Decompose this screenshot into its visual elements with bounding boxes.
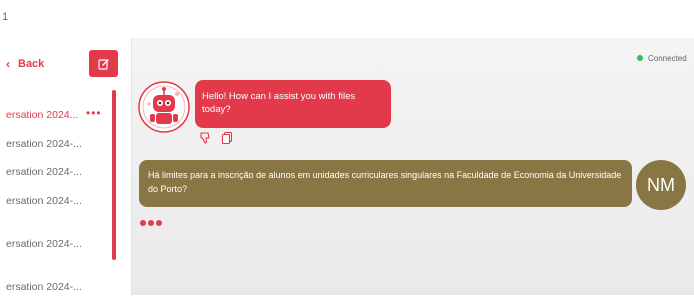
chevron-left-icon: ‹ — [6, 57, 10, 71]
user-message-text: Há limites para a inscrição de alunos em… — [148, 170, 622, 194]
connection-status: Connected — [637, 52, 687, 64]
top-bar: 1 — [0, 0, 694, 39]
more-options-icon[interactable]: ••• — [86, 106, 102, 120]
typing-dot — [148, 220, 154, 226]
status-dot-icon — [637, 55, 643, 61]
typing-dot — [140, 220, 146, 226]
robot-icon — [138, 81, 190, 133]
edit-icon — [97, 58, 109, 70]
user-initials: NM — [647, 174, 675, 195]
conversation-item[interactable]: ersation 2024-... — [6, 192, 110, 210]
back-button[interactable]: ‹ Back — [6, 57, 44, 71]
back-label: Back — [18, 58, 45, 70]
typing-dot — [156, 220, 162, 226]
typing-indicator — [140, 220, 162, 226]
scrollbar[interactable] — [112, 90, 116, 260]
conversation-item[interactable]: ersation 2024-... — [6, 135, 110, 153]
status-label: Connected — [648, 53, 687, 63]
dislike-icon[interactable] — [199, 131, 211, 145]
bot-message-text: Hello! How can I assist you with files t… — [202, 91, 356, 115]
conversation-item[interactable]: ersation 2024-... — [6, 235, 110, 253]
copy-icon[interactable] — [221, 131, 233, 145]
top-bar-text: 1 — [2, 11, 9, 23]
conversation-item[interactable]: ersation 2024-... — [6, 163, 110, 181]
user-message-bubble: Há limites para a inscrição de alunos em… — [139, 160, 632, 207]
user-avatar: NM — [636, 160, 686, 210]
bot-avatar — [137, 80, 191, 134]
bot-message-bubble: Hello! How can I assist you with files t… — [195, 80, 391, 128]
conversation-item[interactable]: ersation 2024-... — [6, 278, 110, 296]
new-chat-button[interactable] — [89, 50, 118, 77]
